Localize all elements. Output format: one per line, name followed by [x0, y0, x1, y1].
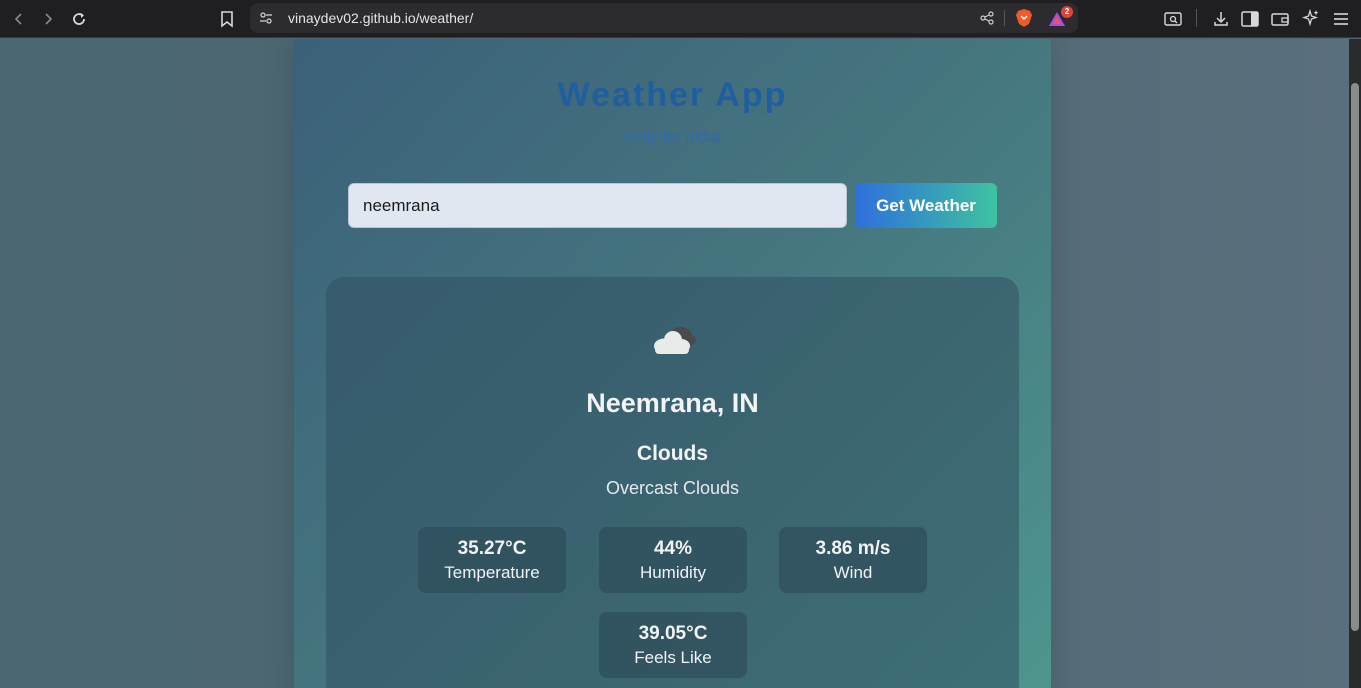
- divider: [1196, 9, 1197, 27]
- leo-ai-icon[interactable]: [1301, 8, 1321, 28]
- download-icon[interactable]: [1211, 9, 1231, 29]
- app-subtitle: Only for India: [624, 129, 721, 146]
- stat-label: Feels Like: [634, 648, 712, 667]
- get-weather-button[interactable]: Get Weather: [855, 183, 997, 228]
- divider: [1004, 10, 1005, 26]
- reload-icon[interactable]: [67, 7, 91, 31]
- humidity-stat: 44% Humidity: [599, 527, 747, 593]
- site-settings-icon[interactable]: [258, 10, 274, 26]
- url-text[interactable]: vinaydev02.github.io/weather/: [288, 10, 473, 26]
- wind-stat: 3.86 m/s Wind: [779, 527, 927, 593]
- scrollbar-thumb[interactable]: [1351, 83, 1359, 631]
- brave-shields-icon[interactable]: [1014, 8, 1034, 28]
- search-tab-icon[interactable]: [1163, 9, 1183, 29]
- stat-value: 35.27°C: [457, 538, 527, 559]
- weather-app-container: Weather App Only for India Get Weather N…: [294, 39, 1051, 688]
- app-title: Weather App: [557, 76, 788, 114]
- menu-icon[interactable]: [1331, 9, 1351, 29]
- address-bar[interactable]: vinaydev02.github.io/weather/: [250, 3, 1078, 33]
- wallet-icon[interactable]: [1270, 9, 1290, 29]
- stat-label: Wind: [833, 563, 873, 582]
- sidebar-icon[interactable]: [1240, 9, 1260, 29]
- stat-value: 39.05°C: [638, 623, 708, 644]
- cloud-icon: [649, 322, 699, 356]
- page-viewport: Weather App Only for India Get Weather N…: [0, 39, 1349, 688]
- bookmark-icon[interactable]: [215, 7, 239, 31]
- location-name: Neemrana, IN: [586, 388, 759, 418]
- stat-label: Temperature: [444, 563, 540, 582]
- page-scrollbar[interactable]: [1349, 39, 1361, 688]
- weather-card: Neemrana, IN Clouds Overcast Clouds 35.2…: [326, 277, 1019, 688]
- browser-toolbar: vinaydev02.github.io/weather/ 2: [0, 0, 1361, 38]
- share-icon[interactable]: [979, 10, 995, 26]
- rewards-badge: 2: [1061, 6, 1073, 18]
- temperature-stat: 35.27°C Temperature: [418, 527, 566, 593]
- city-search-input[interactable]: [348, 183, 847, 228]
- stat-value: 3.86 m/s: [815, 538, 891, 559]
- back-icon[interactable]: [7, 7, 31, 31]
- stat-value: 44%: [653, 538, 693, 559]
- stat-label: Humidity: [639, 563, 707, 582]
- feels-like-stat: 39.05°C Feels Like: [599, 612, 747, 678]
- weather-condition: Clouds: [636, 442, 709, 465]
- forward-icon[interactable]: [36, 7, 60, 31]
- weather-description: Overcast Clouds: [605, 478, 740, 498]
